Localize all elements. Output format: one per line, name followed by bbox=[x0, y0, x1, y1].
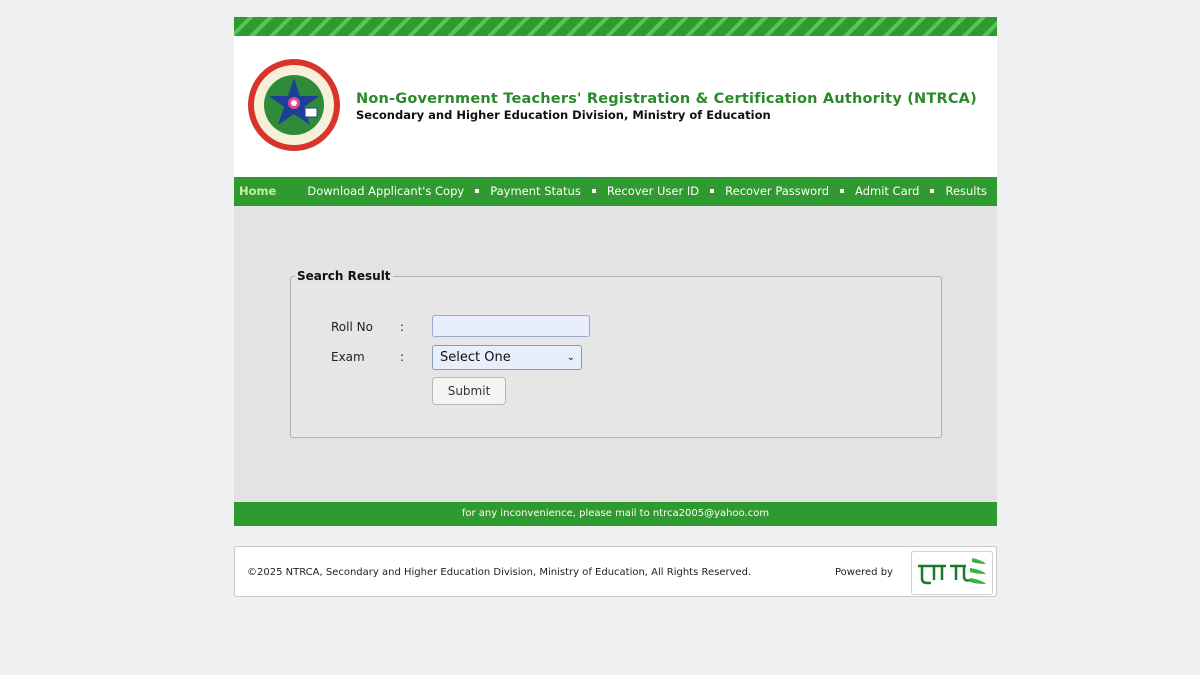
form-legend: Search Result bbox=[295, 269, 393, 283]
teletalk-logo-graphic bbox=[918, 558, 986, 585]
main-content: Search Result Roll No : Exam : Select On… bbox=[234, 206, 997, 502]
nav-recover-user-id[interactable]: Recover User ID bbox=[607, 184, 699, 198]
exam-select[interactable]: Select One ⌄ bbox=[432, 345, 582, 370]
ntrca-seal-logo-icon bbox=[248, 59, 340, 151]
top-stripe bbox=[234, 17, 997, 36]
nav-separator bbox=[475, 189, 480, 193]
nav-admit-card[interactable]: Admit Card bbox=[855, 184, 919, 198]
roll-no-input[interactable] bbox=[432, 315, 590, 337]
teletalk-logo-icon[interactable] bbox=[911, 551, 993, 595]
nav-separator bbox=[591, 189, 596, 193]
org-subtitle: Secondary and Higher Education Division,… bbox=[356, 108, 771, 122]
main-nav: Home Download Applicant's Copy Payment S… bbox=[234, 177, 997, 206]
contact-notice-bar: for any inconvenience, please mail to nt… bbox=[234, 502, 997, 526]
exam-label: Exam bbox=[331, 350, 365, 364]
nav-payment-status[interactable]: Payment Status bbox=[490, 184, 581, 198]
nav-separator bbox=[840, 189, 845, 193]
page-container: Non-Government Teachers' Registration & … bbox=[234, 17, 997, 526]
nav-results[interactable]: Results bbox=[945, 184, 987, 198]
search-result-form: Search Result Roll No : Exam : Select On… bbox=[290, 269, 942, 438]
exam-selected-value: Select One bbox=[440, 350, 511, 365]
chevron-down-icon: ⌄ bbox=[566, 352, 575, 363]
site-header: Non-Government Teachers' Registration & … bbox=[234, 36, 997, 177]
org-name: Non-Government Teachers' Registration & … bbox=[356, 91, 977, 107]
site-footer: ©2025 NTRCA, Secondary and Higher Educat… bbox=[234, 546, 997, 597]
roll-no-label: Roll No bbox=[331, 320, 373, 334]
nav-download-applicants-copy[interactable]: Download Applicant's Copy bbox=[307, 184, 464, 198]
roll-no-colon: : bbox=[400, 320, 405, 334]
nav-separator bbox=[710, 189, 715, 193]
copyright-text: ©2025 NTRCA, Secondary and Higher Educat… bbox=[247, 567, 752, 578]
nav-links: Download Applicant's Copy Payment Status… bbox=[307, 184, 987, 198]
submit-button[interactable]: Submit bbox=[432, 377, 506, 405]
nav-recover-password[interactable]: Recover Password bbox=[725, 184, 829, 198]
nav-separator bbox=[930, 189, 935, 193]
powered-by-label: Powered by bbox=[835, 567, 893, 578]
nav-home-link[interactable]: Home bbox=[239, 184, 276, 198]
exam-colon: : bbox=[400, 350, 405, 364]
